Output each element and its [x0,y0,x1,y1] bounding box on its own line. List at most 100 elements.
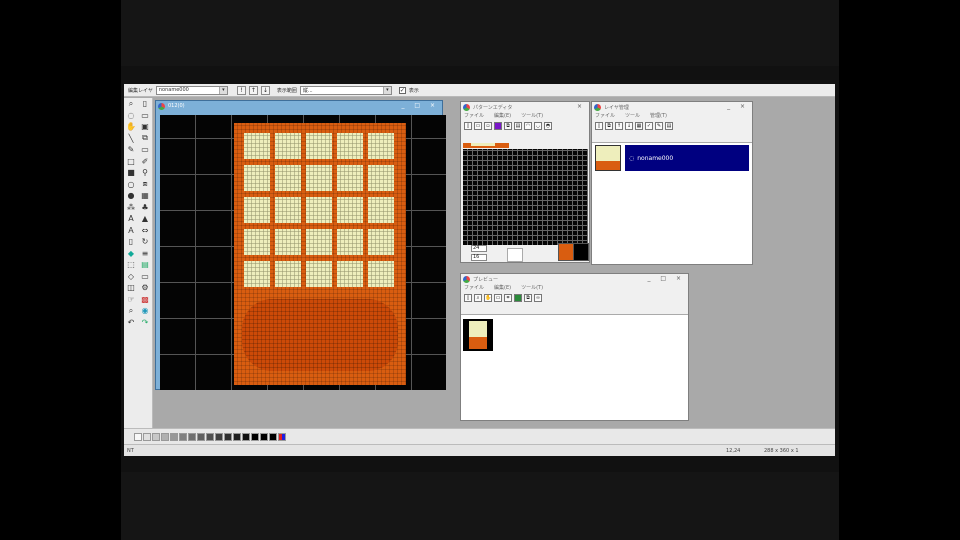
background-color[interactable] [573,243,589,261]
flip-icon[interactable]: ◠ [524,121,532,130]
export-icon[interactable]: ⧉ [524,293,532,302]
zoom2-icon[interactable]: ⌕ [129,306,133,316]
palette-swatch-selected[interactable] [278,432,286,441]
menu-tools[interactable]: ツール(T) [521,284,543,292]
eraser-icon[interactable]: ▭ [141,145,149,154]
frame-icon[interactable]: ▭ [494,293,502,302]
menu-tools[interactable]: ツール [625,112,640,120]
mirror-icon[interactable]: ◡ [534,121,542,130]
paste-icon[interactable]: ▤ [514,121,522,130]
new-icon[interactable]: ▯ [464,293,472,302]
rotate-icon[interactable]: ◓ [544,121,552,130]
brush-icon[interactable]: ✐ [142,157,149,166]
globe-icon[interactable]: ◉ [142,306,149,315]
layer-titlebar[interactable]: レイヤ管理 _ × [592,102,752,112]
preview-titlebar[interactable]: プレビュー _ □ × [461,274,688,284]
palette-swatch[interactable] [260,432,268,441]
hand-icon[interactable]: ✋ [126,122,136,131]
height-spinner[interactable]: 16 [471,254,487,261]
layer-item-selected[interactable]: ◌ noname000 [625,145,749,171]
line-icon[interactable]: ╲ [129,134,134,143]
zoom-icon[interactable]: ⌕ [129,99,133,109]
grid-icon[interactable]: ▦ [141,191,149,200]
canvas-window-titlebar[interactable]: 012(0) _ □ × [156,101,442,111]
drawing-canvas[interactable] [160,115,446,390]
pick-icon[interactable]: ▫ [484,121,492,130]
palette-swatch[interactable] [251,432,259,441]
layer-select[interactable]: noname000 ▾ [155,85,228,95]
palette-swatch[interactable] [170,432,178,441]
grid-icon[interactable]: ▦ [635,121,643,130]
window-controls[interactable]: _ □ × [401,102,439,109]
palette-swatch[interactable] [134,432,142,441]
page-icon[interactable]: ▯ [143,99,147,108]
palette-swatch[interactable] [161,432,169,441]
palette-swatch[interactable] [233,432,241,441]
window-icon[interactable]: ▭ [141,272,149,281]
filled-rect-icon[interactable]: ■ [127,168,135,177]
info-button[interactable]: ! [236,85,246,95]
menu-file[interactable]: ファイル [595,112,615,120]
palette-swatch[interactable] [224,432,232,441]
palette-swatch[interactable] [242,432,250,441]
up-icon[interactable]: ↑ [615,121,623,130]
window-controls[interactable]: _ × [727,103,749,110]
edit-icon[interactable]: ✎ [655,121,663,130]
map-icon[interactable]: ▩ [141,295,149,304]
palette-swatch[interactable] [188,432,196,441]
lasso-icon[interactable]: ◌ [128,111,135,120]
redo-icon[interactable]: ↷ [142,318,149,327]
tree-icon[interactable]: ♣ [141,203,148,212]
check-icon[interactable]: ✓ [645,121,653,130]
crop-icon[interactable]: ⌗ [504,293,512,302]
window-controls[interactable]: × [577,103,586,110]
circle-icon[interactable]: ○ [128,180,135,189]
palette-swatch[interactable] [206,432,214,441]
link-icon[interactable]: ∞ [534,293,542,302]
hand-icon[interactable]: ✋ [484,293,492,302]
foreground-color[interactable] [558,243,574,261]
palette-swatch[interactable] [143,432,151,441]
menu-file[interactable]: ファイル [464,112,484,120]
props-icon[interactable]: ▤ [665,121,673,130]
stamp-icon[interactable]: ⧈ [142,179,147,189]
editor-titlebar[interactable]: パターンエディタ × [461,102,589,112]
hand2-icon[interactable]: ☞ [127,295,134,304]
color-icon[interactable]: ◆ [128,249,134,258]
open-icon[interactable]: ▭ [141,111,149,120]
display-range-select[interactable]: 縦... ▾ [299,85,392,95]
doc-icon[interactable]: ▯ [129,237,133,246]
window-controls[interactable]: _ □ × [647,275,685,282]
new-icon[interactable]: ▯ [464,121,472,130]
copy-icon[interactable]: ⧉ [142,133,148,143]
color-swatch-icon[interactable] [494,121,502,130]
width-spinner[interactable]: 24 [471,245,487,252]
move-icon[interactable]: ⇔ [142,226,149,235]
menu-edit[interactable]: 編集(E) [494,284,511,292]
save-icon[interactable]: ▣ [141,122,149,131]
palette-swatch[interactable] [179,432,187,441]
menu-manage[interactable]: 管理(T) [650,112,667,120]
copy-icon[interactable]: ⧉ [504,121,512,130]
text-icon[interactable]: A [128,214,133,223]
pen-icon[interactable]: ✎ [128,145,135,154]
show-checkbox[interactable]: ✓ [398,86,406,94]
palette-swatch[interactable] [152,432,160,441]
image-icon[interactable] [514,293,522,302]
monitor-icon[interactable]: ▤ [141,260,149,269]
menu-tools[interactable]: ツール(T) [521,112,543,120]
layer-down-button[interactable]: ↓ [260,85,270,95]
filled-circle-icon[interactable]: ● [128,191,135,200]
gear-icon[interactable]: ⚙ [141,283,148,292]
palette-swatch[interactable] [215,432,223,441]
menu-edit[interactable]: 編集(E) [494,112,511,120]
pixel-grid[interactable] [463,149,588,245]
rect-icon[interactable]: □ [127,157,135,166]
zoom-icon[interactable]: ⌕ [474,293,482,302]
palette-swatch[interactable] [197,432,205,441]
copy-layer-icon[interactable]: ⧉ [605,121,613,130]
shape-icon[interactable]: ◇ [128,272,134,281]
layer-up-button[interactable]: ↑ [248,85,258,95]
down-icon[interactable]: ↓ [625,121,633,130]
new-layer-icon[interactable]: ▯ [595,121,603,130]
